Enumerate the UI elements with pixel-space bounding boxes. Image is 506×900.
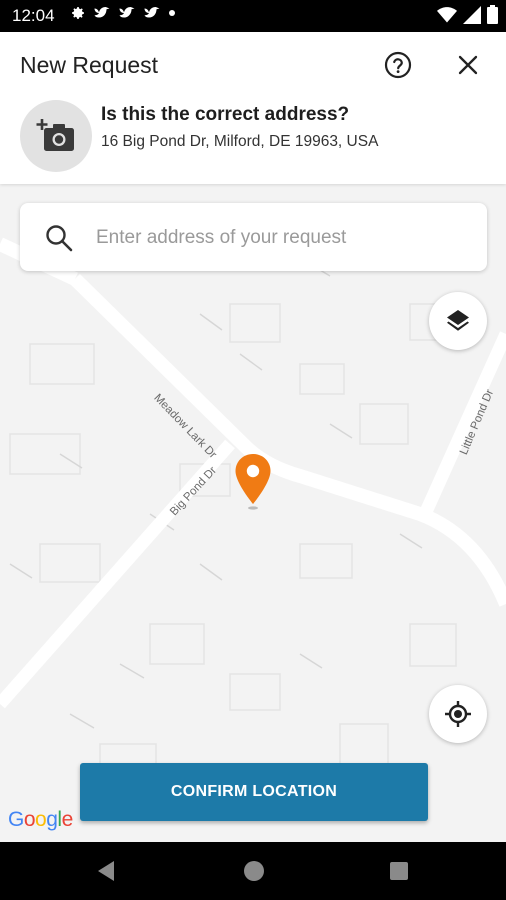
my-location-button[interactable] xyxy=(429,685,487,743)
request-header: New Request Is this the correct address?… xyxy=(0,32,506,184)
address-text: 16 Big Pond Dr, Milford, DE 19963, USA xyxy=(101,133,379,150)
bird-icon xyxy=(144,7,160,18)
map-layers-button[interactable] xyxy=(429,292,487,350)
notification-icons xyxy=(70,5,176,21)
battery-icon xyxy=(487,5,498,24)
map-pin-icon xyxy=(235,454,271,510)
gear-icon xyxy=(72,7,84,19)
system-icons xyxy=(437,5,498,24)
bird-icon xyxy=(94,7,110,18)
search-icon xyxy=(46,225,73,252)
google-logo: Google xyxy=(8,808,73,831)
map-view[interactable]: Meadow Lark Dr Big Pond Dr Little Pond D… xyxy=(0,184,506,842)
my-location-icon xyxy=(445,701,471,727)
page-title: New Request xyxy=(20,52,159,78)
help-icon[interactable] xyxy=(383,50,413,80)
back-icon[interactable] xyxy=(96,860,116,882)
address-search-input[interactable] xyxy=(94,219,468,257)
map-roads xyxy=(0,237,506,785)
add-photo-button[interactable] xyxy=(20,100,92,172)
close-icon[interactable] xyxy=(455,52,481,78)
layers-icon xyxy=(447,310,469,331)
address-search-box[interactable] xyxy=(20,203,487,271)
recents-icon[interactable] xyxy=(390,862,408,880)
dot-icon xyxy=(169,10,175,16)
signal-icon xyxy=(463,5,481,24)
add-photo-icon xyxy=(36,119,74,151)
status-time: 12:04 xyxy=(12,6,55,25)
address-question: Is this the correct address? xyxy=(101,104,350,125)
bird-icon xyxy=(119,7,135,18)
wifi-icon xyxy=(437,6,457,22)
status-bar: 12:04 xyxy=(0,0,506,32)
home-icon[interactable] xyxy=(244,861,264,881)
confirm-location-button[interactable]: CONFIRM LOCATION xyxy=(80,763,428,821)
system-nav-bar xyxy=(0,842,506,900)
